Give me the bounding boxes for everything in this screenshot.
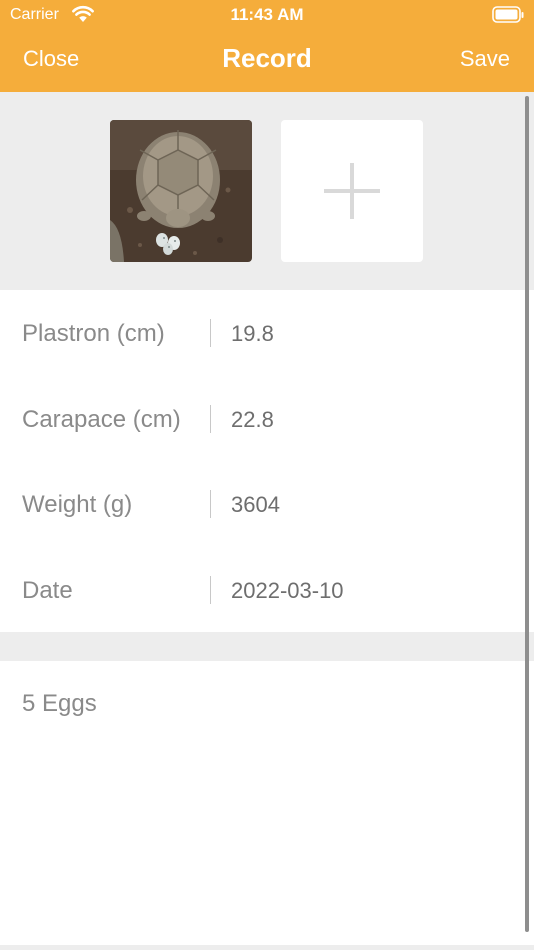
date-label: Date: [22, 576, 73, 604]
tortoise-photo[interactable]: [110, 120, 252, 262]
field-divider: [210, 490, 211, 518]
close-button[interactable]: Close: [23, 46, 79, 72]
notes-text-area[interactable]: 5 Eggs: [22, 690, 512, 930]
photo-section: [0, 92, 534, 290]
field-divider: [210, 575, 211, 604]
plastron-input[interactable]: [231, 321, 501, 347]
status-time: 11:43 AM: [230, 5, 304, 24]
measurements-form: Plastron (cm) Carapace (cm) Weight (g) D…: [0, 290, 534, 632]
navigation-bar: Close Record Save: [0, 30, 534, 92]
field-row-carapace: Carapace (cm): [0, 376, 534, 462]
battery-icon: [492, 6, 524, 23]
header: Carrier 11:43 AM Close Record Save: [0, 0, 534, 92]
plastron-label: Plastron (cm): [22, 320, 165, 347]
carapace-label: Carapace (cm): [22, 405, 181, 433]
carapace-input[interactable]: [231, 406, 501, 433]
scroll-indicator[interactable]: [525, 96, 529, 932]
section-separator: [0, 632, 534, 661]
plus-icon: [324, 163, 380, 219]
tortoise-photo-image: [110, 120, 252, 262]
record-screen: Carrier 11:43 AM Close Record Save Plast…: [0, 0, 534, 950]
add-photo-button[interactable]: [281, 120, 423, 262]
page-title: Record: [222, 43, 312, 73]
weight-label: Weight (g): [22, 491, 133, 518]
field-divider: [210, 404, 211, 433]
field-row-date: Date: [0, 547, 534, 633]
weight-input[interactable]: [231, 492, 501, 518]
field-divider: [210, 319, 211, 347]
status-bar: Carrier 11:43 AM: [0, 0, 534, 30]
date-input[interactable]: [231, 577, 501, 604]
field-row-weight: Weight (g): [0, 461, 534, 547]
bottom-separator: [0, 945, 534, 950]
save-button[interactable]: Save: [460, 46, 510, 72]
field-row-plastron: Plastron (cm): [0, 290, 534, 376]
